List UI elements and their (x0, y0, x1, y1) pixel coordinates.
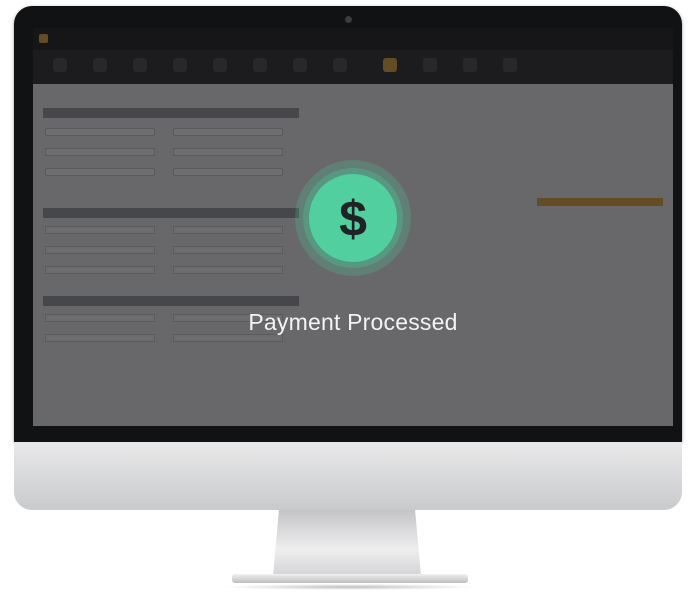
dollar-icon: $ (309, 174, 397, 262)
monitor-stand-foot (232, 574, 468, 583)
dollar-glyph: $ (339, 192, 367, 244)
monitor-chin (14, 442, 682, 510)
screen: $ Payment Processed (33, 28, 673, 426)
payment-status-message: Payment Processed (248, 309, 458, 335)
svg-text:$: $ (339, 192, 367, 244)
camera-icon (344, 16, 352, 23)
stand-shadow (222, 584, 478, 590)
monitor-stand-neck (273, 510, 421, 576)
